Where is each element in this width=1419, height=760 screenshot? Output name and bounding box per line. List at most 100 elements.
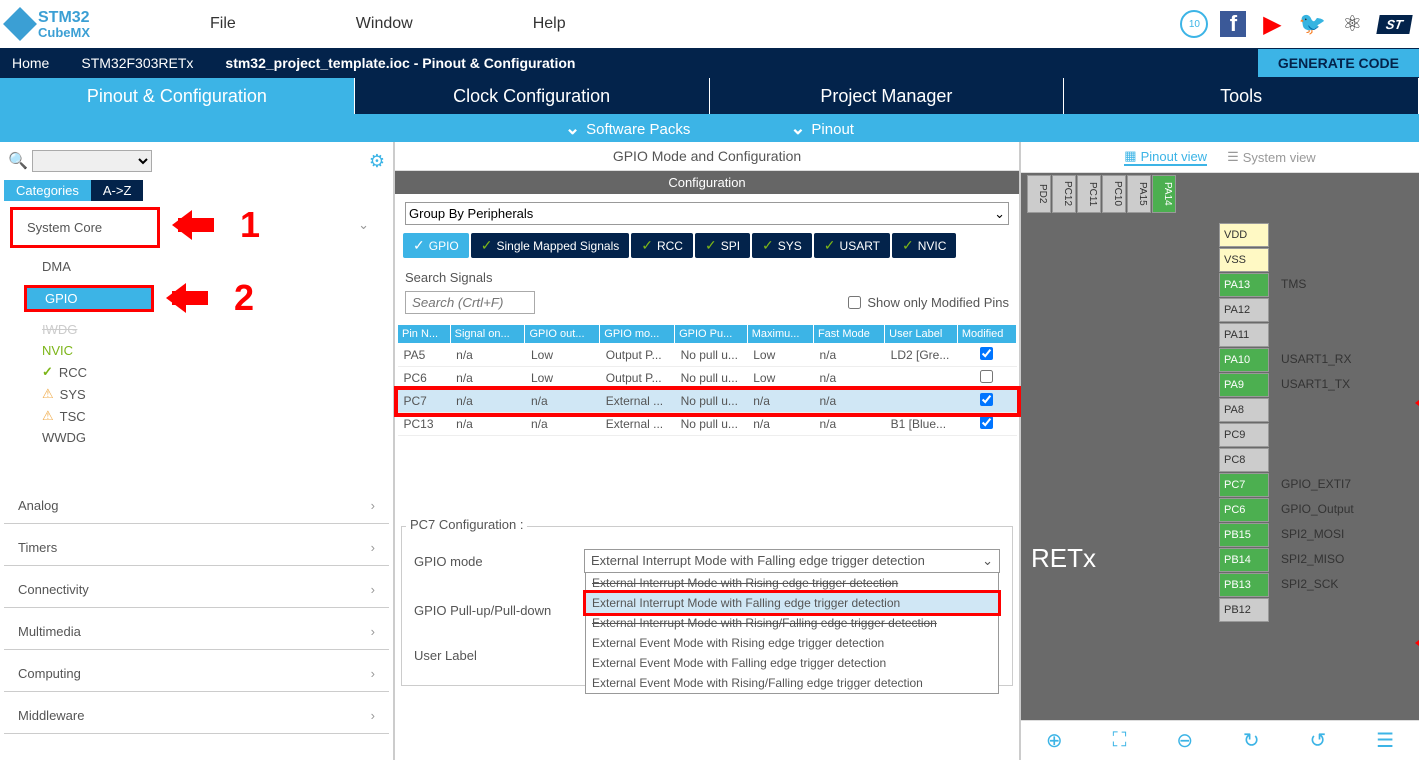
- tree-item-nvic[interactable]: NVIC: [34, 340, 389, 361]
- rotate-ccw-icon[interactable]: ↺: [1310, 728, 1327, 753]
- system-view-tab[interactable]: ☰System view: [1227, 148, 1316, 166]
- az-tab[interactable]: A->Z: [91, 180, 144, 201]
- pin[interactable]: PC8: [1219, 448, 1269, 472]
- pin[interactable]: PB13: [1219, 573, 1269, 597]
- pin[interactable]: PC7: [1219, 473, 1269, 497]
- pin[interactable]: PC9: [1219, 423, 1269, 447]
- sig-tab-rcc[interactable]: ✓RCC: [631, 233, 693, 258]
- menu-help[interactable]: Help: [533, 15, 566, 33]
- pin[interactable]: PC11: [1077, 175, 1101, 213]
- group-by-select[interactable]: Group By Peripherals ⌄: [405, 202, 1009, 225]
- table-header[interactable]: Maximu...: [747, 325, 813, 344]
- modified-checkbox[interactable]: [980, 347, 993, 360]
- tree-item-gpio[interactable]: GPIO: [24, 285, 154, 312]
- category-middleware[interactable]: Middleware›: [4, 698, 389, 734]
- pin[interactable]: PC6: [1219, 498, 1269, 522]
- pin[interactable]: PA11: [1219, 323, 1269, 347]
- table-header[interactable]: Fast Mode: [813, 325, 884, 344]
- table-row[interactable]: PA5n/aLowOutput P...No pull u...Lown/aLD…: [398, 344, 1017, 367]
- gpio-mode-select[interactable]: External Interrupt Mode with Falling edg…: [584, 549, 1000, 573]
- pin[interactable]: PA14: [1152, 175, 1176, 213]
- sidebar-search-select[interactable]: [32, 150, 152, 172]
- chip-diagram[interactable]: PD2PC12PC11PC10PA15PA14 VDDVSSPA13TMSPA1…: [1021, 173, 1419, 720]
- tree-item-tsc[interactable]: ⚠TSC: [34, 405, 389, 427]
- gear-icon[interactable]: ⚙: [369, 151, 385, 172]
- menu-file[interactable]: File: [210, 15, 236, 33]
- crumb-current[interactable]: stm32_project_template.ioc - Pinout & Co…: [213, 48, 595, 78]
- pin[interactable]: PA10: [1219, 348, 1269, 372]
- zoom-out-icon[interactable]: ⊖: [1176, 728, 1193, 753]
- sig-tab-usart[interactable]: ✓USART: [814, 233, 890, 258]
- category-analog[interactable]: Analog›: [4, 488, 389, 524]
- table-header[interactable]: Modified: [957, 325, 1016, 344]
- category-timers[interactable]: Timers›: [4, 530, 389, 566]
- search-signals-input[interactable]: [405, 291, 535, 314]
- crumb-home[interactable]: Home: [0, 48, 69, 78]
- menu-window[interactable]: Window: [356, 15, 413, 33]
- twitter-icon[interactable]: 🐦: [1298, 10, 1326, 38]
- tree-item-sys[interactable]: ⚠SYS: [34, 383, 389, 405]
- tab-pinout-config[interactable]: Pinout & Configuration: [0, 78, 355, 114]
- table-header[interactable]: Pin N...: [398, 325, 451, 344]
- tab-project-manager[interactable]: Project Manager: [710, 78, 1065, 114]
- table-header[interactable]: GPIO Pu...: [675, 325, 748, 344]
- youtube-icon[interactable]: ▶: [1258, 10, 1286, 38]
- pin[interactable]: PA12: [1219, 298, 1269, 322]
- facebook-icon[interactable]: f: [1220, 11, 1246, 37]
- category-connectivity[interactable]: Connectivity›: [4, 572, 389, 608]
- pin[interactable]: VDD: [1219, 223, 1269, 247]
- pin[interactable]: PD2: [1027, 175, 1051, 213]
- dropdown-option[interactable]: External Event Mode with Rising/Falling …: [586, 673, 998, 693]
- pin[interactable]: VSS: [1219, 248, 1269, 272]
- dropdown-option[interactable]: External Interrupt Mode with Rising/Fall…: [586, 613, 998, 633]
- modified-checkbox[interactable]: [980, 370, 993, 383]
- category-computing[interactable]: Computing›: [4, 656, 389, 692]
- sub-tab-software-packs[interactable]: Software Packs: [565, 118, 690, 139]
- sig-tab-single-mapped[interactable]: ✓Single Mapped Signals: [471, 233, 629, 258]
- category-system-core[interactable]: System Core: [10, 207, 160, 248]
- fit-icon[interactable]: ⛶: [1113, 729, 1127, 752]
- table-header[interactable]: GPIO mo...: [600, 325, 675, 344]
- pin[interactable]: PA13: [1219, 273, 1269, 297]
- tab-tools[interactable]: Tools: [1064, 78, 1419, 114]
- tree-item-rcc[interactable]: ✓RCC: [34, 361, 389, 383]
- modified-checkbox[interactable]: [980, 416, 993, 429]
- dropdown-option[interactable]: External Event Mode with Falling edge tr…: [586, 653, 998, 673]
- tree-item-dma[interactable]: DMA: [34, 256, 389, 277]
- tab-clock-config[interactable]: Clock Configuration: [355, 78, 710, 114]
- community-icon[interactable]: ⚛: [1338, 10, 1366, 38]
- table-header[interactable]: User Label: [885, 325, 958, 344]
- generate-code-button[interactable]: GENERATE CODE: [1258, 49, 1419, 77]
- menu-icon[interactable]: ☰: [1376, 728, 1394, 753]
- pinout-view-tab[interactable]: ▦Pinout view: [1124, 148, 1207, 166]
- tree-item-iwdg[interactable]: IWDG: [34, 319, 389, 340]
- zoom-in-icon[interactable]: ⊕: [1046, 728, 1063, 753]
- pin[interactable]: PC10: [1102, 175, 1126, 213]
- dropdown-option[interactable]: External Event Mode with Rising edge tri…: [586, 633, 998, 653]
- sig-tab-sys[interactable]: ✓SYS: [752, 233, 812, 258]
- pin[interactable]: PA8: [1219, 398, 1269, 422]
- category-multimedia[interactable]: Multimedia›: [4, 614, 389, 650]
- table-header[interactable]: Signal on...: [450, 325, 525, 344]
- tree-item-wwdg[interactable]: WWDG: [34, 427, 389, 448]
- sub-tab-pinout[interactable]: Pinout: [790, 118, 854, 139]
- search-icon[interactable]: 🔍: [8, 151, 28, 171]
- pin[interactable]: PA15: [1127, 175, 1151, 213]
- show-modified-input[interactable]: [848, 296, 861, 309]
- pin[interactable]: PB12: [1219, 598, 1269, 622]
- badge-icon[interactable]: 10: [1180, 10, 1208, 38]
- rotate-icon[interactable]: ↻: [1243, 728, 1260, 753]
- pin[interactable]: PA9: [1219, 373, 1269, 397]
- pin[interactable]: PB14: [1219, 548, 1269, 572]
- table-row[interactable]: PC13n/an/aExternal ...No pull u...n/an/a…: [398, 413, 1017, 436]
- show-modified-checkbox[interactable]: Show only Modified Pins: [848, 295, 1009, 310]
- crumb-mcu[interactable]: STM32F303RETx: [69, 48, 213, 78]
- sig-tab-gpio[interactable]: ✓GPIO: [403, 233, 469, 258]
- categories-tab[interactable]: Categories: [4, 180, 91, 201]
- pin[interactable]: PC12: [1052, 175, 1076, 213]
- dropdown-option[interactable]: External Interrupt Mode with Falling edg…: [586, 593, 998, 613]
- sig-tab-spi[interactable]: ✓SPI: [695, 233, 750, 258]
- table-row[interactable]: PC7n/an/aExternal ...No pull u...n/an/a: [398, 390, 1017, 413]
- table-row[interactable]: PC6n/aLowOutput P...No pull u...Lown/a: [398, 367, 1017, 390]
- table-header[interactable]: GPIO out...: [525, 325, 600, 344]
